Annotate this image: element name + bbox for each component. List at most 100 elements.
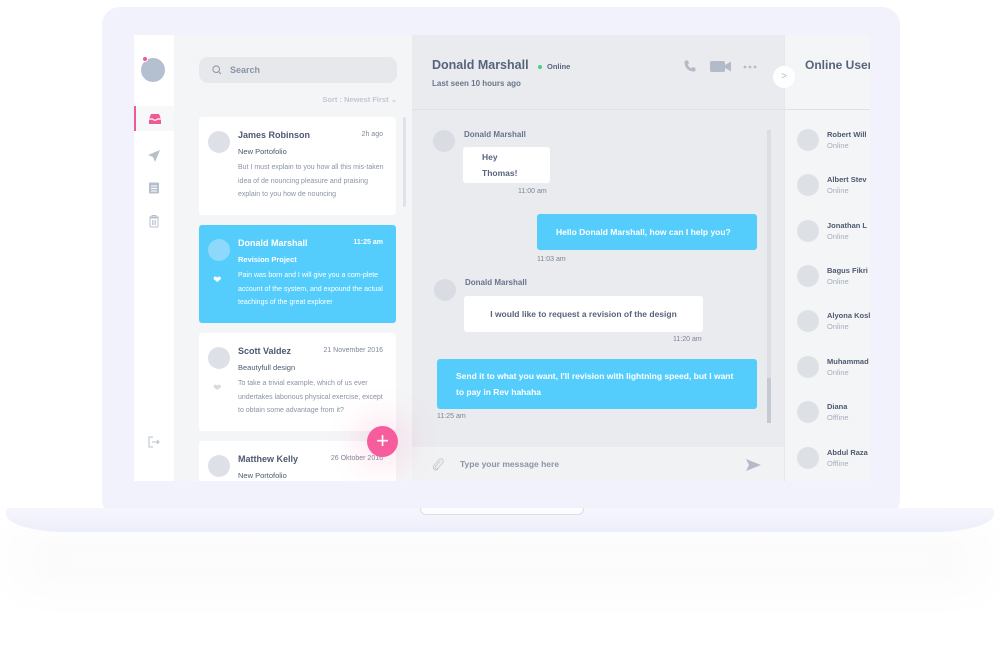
user-name: Muhammad [827, 357, 869, 366]
message-time: 26 Oktober 2016 [330, 455, 383, 462]
user-item[interactable]: Diana Offline [797, 401, 870, 425]
sender-name: Matthew Kelly [238, 454, 299, 464]
message-bubble-incoming: Hey Thomas! [463, 147, 550, 183]
user-item[interactable]: Abdul Raza Offline [797, 447, 870, 471]
user-name: Alyona Kosl [827, 311, 870, 320]
sidebar-item-sent[interactable] [134, 143, 174, 168]
inbox-icon [149, 113, 161, 124]
app-screen: Search Sort : Newest First ⌄ James Robin… [134, 35, 870, 481]
online-users-title: Online Users [805, 58, 870, 72]
message-list-panel: Search Sort : Newest First ⌄ James Robin… [174, 35, 412, 481]
compose-button[interactable]: + [367, 426, 398, 457]
search-placeholder: Search [230, 65, 261, 75]
user-status: Online [827, 232, 849, 241]
status-text: Online [547, 62, 571, 71]
phone-icon[interactable] [683, 59, 697, 73]
message-card-selected[interactable]: ❤ Donald Marshall 11:25 am Revision Proj… [199, 225, 396, 323]
user-avatar [797, 174, 819, 196]
sidebar-item-drafts[interactable] [134, 175, 174, 200]
logout-icon [148, 436, 160, 447]
laptop-notch [420, 508, 584, 515]
user-status: Online [827, 186, 849, 195]
list-scrollbar[interactable] [403, 117, 406, 207]
user-name: Abdul Raza [827, 448, 868, 457]
sender-name: Donald Marshall [238, 238, 308, 248]
user-name: Bagus Fikri [827, 266, 868, 275]
online-users-panel: Online Users Robert Will Online Albert St… [784, 35, 870, 481]
message-card[interactable]: James Robinson 2h ago New Portofolio But… [199, 117, 396, 215]
sender-avatar [208, 455, 230, 477]
message-sender: Donald Marshall [464, 130, 526, 139]
sender-avatar [433, 130, 455, 152]
message-composer[interactable]: Type your message here [412, 447, 784, 481]
online-dot [538, 64, 542, 69]
user-status: Offline [827, 459, 849, 468]
divider [785, 109, 870, 110]
user-item[interactable]: Muhammad Online [797, 356, 870, 380]
message-subject: New Portofolio [238, 471, 287, 480]
message-card[interactable]: ❤ Scott Valdez 21 November 2016 Beautyfu… [199, 333, 396, 431]
contact-name: Donald Marshall [432, 58, 529, 72]
logout-button[interactable] [134, 429, 174, 454]
status-badge: Online [538, 62, 570, 71]
nav-rail [134, 35, 174, 481]
user-item[interactable]: Robert Will Online [797, 129, 870, 153]
sender-name: James Robinson [238, 130, 311, 140]
message-bubble-outgoing: Hello Donald Marshall, how can I help yo… [537, 214, 757, 250]
trash-icon [149, 214, 159, 227]
message-input-placeholder[interactable]: Type your message here [460, 459, 559, 469]
heart-icon[interactable]: ❤ [213, 383, 221, 394]
search-input[interactable]: Search [199, 57, 397, 83]
video-camera-icon[interactable] [710, 61, 732, 72]
chat-header: Donald Marshall Online Last seen 10 hour… [412, 35, 784, 110]
sender-avatar [208, 239, 230, 261]
sender-avatar [208, 347, 230, 369]
sidebar-item-inbox[interactable] [134, 106, 174, 131]
sender-name: Scott Valdez [238, 346, 292, 356]
message-subject: Beautyfull design [238, 363, 296, 372]
message-bubble-incoming: I would like to request a revision of th… [464, 296, 703, 332]
sort-dropdown[interactable]: Sort : Newest First ⌄ [322, 95, 397, 104]
sender-avatar [434, 279, 456, 301]
user-avatar [797, 356, 819, 378]
heart-icon[interactable]: ❤ [213, 275, 221, 286]
more-options-icon[interactable] [743, 65, 757, 69]
paper-plane-icon [148, 149, 160, 162]
document-icon [149, 182, 159, 193]
chevron-down-icon: ⌄ [390, 95, 397, 104]
chat-panel: Donald Marshall Online Last seen 10 hour… [412, 35, 784, 481]
message-time: 11:20 am [673, 336, 702, 343]
user-item[interactable]: Bagus Fikri Online [797, 265, 870, 289]
chevron-right-icon: > [781, 71, 787, 82]
user-item[interactable]: Alyona Kosl Online [797, 310, 870, 334]
message-bubble-outgoing: Send it to what you want, I'll revision … [437, 359, 757, 409]
sender-avatar [208, 131, 230, 153]
chat-scrollbar-thumb[interactable] [767, 378, 771, 423]
user-name: Robert Will [827, 130, 867, 139]
message-time: 11:25 am [353, 239, 383, 246]
send-icon[interactable] [746, 459, 761, 471]
user-status: Online [827, 368, 849, 377]
collapse-users-button[interactable]: > [773, 66, 795, 88]
user-avatar [797, 310, 819, 332]
user-status: Online [827, 322, 849, 331]
paperclip-icon[interactable] [432, 457, 444, 471]
sidebar-item-trash[interactable] [134, 208, 174, 233]
message-time: 2h ago [361, 131, 383, 138]
message-card[interactable]: Matthew Kelly 26 Oktober 2016 New Portof… [199, 441, 396, 481]
user-avatar [797, 401, 819, 423]
sort-label: Sort : Newest First [322, 95, 389, 104]
message-preview: To take a trivial example, which of us e… [238, 380, 383, 414]
message-sender: Donald Marshall [465, 278, 527, 287]
search-icon [212, 65, 222, 75]
user-item[interactable]: Albert Stev Online [797, 174, 870, 198]
message-subject: New Portofolio [238, 147, 287, 156]
message-preview: But I must explain to you how all this m… [238, 164, 384, 198]
message-time: 11:03 am [537, 256, 566, 263]
message-subject: Revision Project [238, 255, 297, 264]
user-status: Online [827, 277, 849, 286]
user-avatar [797, 129, 819, 151]
notification-dot [142, 56, 148, 62]
message-preview: Pain was born and I will give you a com-… [238, 272, 383, 306]
user-item[interactable]: Jonathan L Online [797, 220, 870, 244]
